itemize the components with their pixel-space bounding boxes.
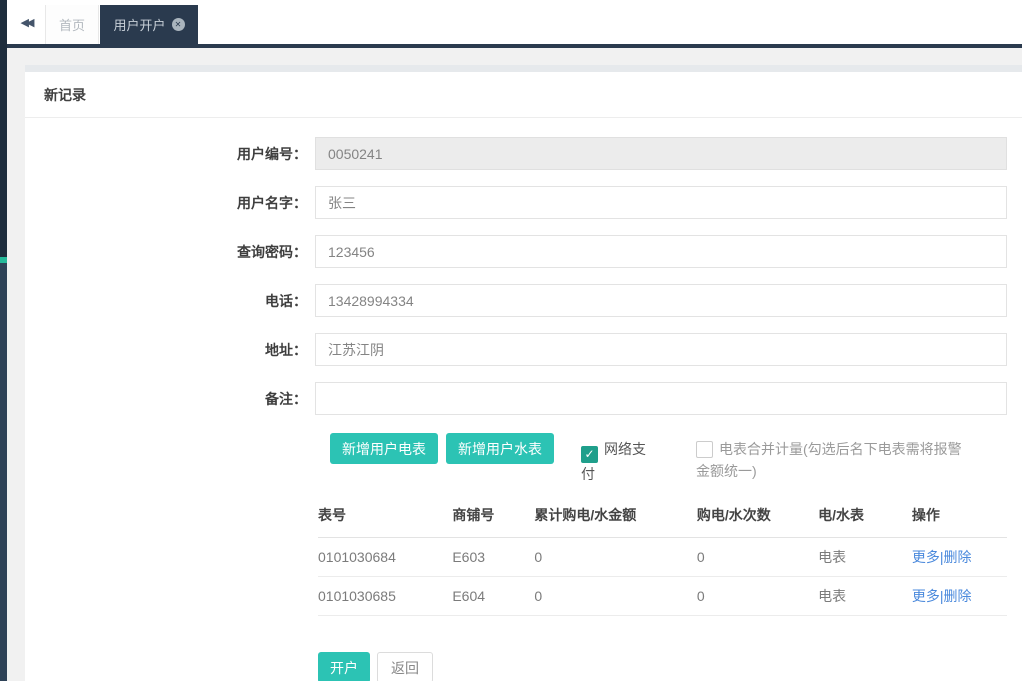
phone-label: 电话： <box>265 292 307 309</box>
cell-meter-type: 电表 <box>818 537 912 577</box>
meter-table-wrap: 表号 商铺号 累计购电/水金额 购电/水次数 电/水表 操作 010103068… <box>318 501 1007 616</box>
tab-bar: ◀◀ 首页 用户开户 ✕ <box>7 0 1022 44</box>
panel-top-shadow <box>25 65 1022 72</box>
more-link[interactable]: 更多 <box>912 549 940 565</box>
merge-metering-option[interactable]: 电表合并计量(勾选后名下电表需将报警金额统一) <box>696 438 964 482</box>
merge-metering-checkbox[interactable] <box>696 441 713 458</box>
tab-user-open-account[interactable]: 用户开户 ✕ <box>100 5 198 44</box>
tab-home[interactable]: 首页 <box>45 5 99 44</box>
delete-link[interactable]: 删除 <box>944 549 972 565</box>
user-name-label: 用户名字： <box>237 194 307 211</box>
query-password-field[interactable] <box>315 235 1007 268</box>
add-water-meter-button[interactable]: 新增用户水表 <box>446 433 554 464</box>
tab-active-label: 用户开户 <box>113 18 166 33</box>
user-name-field[interactable] <box>315 186 1007 219</box>
col-meter-type: 电/水表 <box>818 501 912 538</box>
table-row: 0101030684 E603 0 0 电表 更多|删除 <box>318 537 1007 577</box>
page-title: 新记录 <box>25 72 1022 118</box>
query-password-label: 查询密码： <box>237 243 307 260</box>
more-link[interactable]: 更多 <box>912 588 940 604</box>
check-icon: ✓ <box>584 447 595 461</box>
form-row-user-number: 用户编号： <box>25 137 1022 170</box>
cell-purchase-times: 0 <box>696 576 819 616</box>
phone-field[interactable] <box>315 284 1007 317</box>
address-field[interactable] <box>315 333 1007 366</box>
remarks-field[interactable] <box>315 382 1007 415</box>
cell-shop-no: E603 <box>452 537 535 577</box>
col-total-amount: 累计购电/水金额 <box>534 501 697 538</box>
sidebar-collapse-button[interactable]: ◀◀ <box>7 0 45 44</box>
meter-actions-row: 新增用户电表 新增用户水表 ✓ 网络支付 电表合并计量(勾选后名下电表需将报警金额… <box>330 433 1007 485</box>
sidebar-top-segment <box>0 0 7 257</box>
form-row-user-name: 用户名字： <box>25 186 1022 219</box>
cell-meter-type: 电表 <box>818 576 912 616</box>
double-left-arrow-icon: ◀◀ <box>20 16 35 29</box>
col-meter-no: 表号 <box>318 501 453 538</box>
meter-table: 表号 商铺号 累计购电/水金额 购电/水次数 电/水表 操作 010103068… <box>318 501 1007 616</box>
network-payment-checkbox[interactable]: ✓ <box>581 446 598 463</box>
col-purchase-times: 购电/水次数 <box>696 501 819 538</box>
open-account-button[interactable]: 开户 <box>318 652 370 681</box>
cell-meter-no: 0101030685 <box>318 576 453 616</box>
form-footer: 开户 返回 <box>318 652 1022 681</box>
cell-actions: 更多|删除 <box>911 576 1007 616</box>
delete-link[interactable]: 删除 <box>944 588 972 604</box>
sidebar-bottom-segment <box>0 263 7 681</box>
network-payment-option[interactable]: ✓ 网络支付 <box>581 438 657 485</box>
table-row: 0101030685 E604 0 0 电表 更多|删除 <box>318 576 1007 616</box>
tab-close-icon[interactable]: ✕ <box>171 18 185 31</box>
address-label: 地址： <box>265 341 307 358</box>
collapsed-sidebar[interactable] <box>0 0 7 681</box>
tabbar-underline <box>0 44 1022 48</box>
user-number-label: 用户编号： <box>237 145 307 162</box>
remarks-label: 备注： <box>265 390 307 407</box>
user-number-field <box>315 137 1007 170</box>
cell-purchase-times: 0 <box>696 537 819 577</box>
form-row-address: 地址： <box>25 333 1022 366</box>
back-button[interactable]: 返回 <box>377 652 433 681</box>
form-row-phone: 电话： <box>25 284 1022 317</box>
cell-shop-no: E604 <box>452 576 535 616</box>
new-record-panel: 新记录 用户编号： 用户名字： 查询密码： 电话： 地址： 备注： 新增用户电表 <box>25 72 1022 681</box>
table-header-row: 表号 商铺号 累计购电/水金额 购电/水次数 电/水表 操作 <box>318 501 1007 538</box>
account-form: 用户编号： 用户名字： 查询密码： 电话： 地址： 备注： 新增用户电表 新增用… <box>25 118 1022 681</box>
col-actions: 操作 <box>911 501 1007 538</box>
col-shop-no: 商铺号 <box>452 501 535 538</box>
add-electric-meter-button[interactable]: 新增用户电表 <box>330 433 438 464</box>
form-row-remarks: 备注： <box>25 382 1022 415</box>
cell-actions: 更多|删除 <box>911 537 1007 577</box>
tab-home-label: 首页 <box>58 18 85 33</box>
cell-meter-no: 0101030684 <box>318 537 453 577</box>
cell-total-amount: 0 <box>534 576 697 616</box>
form-row-query-password: 查询密码： <box>25 235 1022 268</box>
cell-total-amount: 0 <box>534 537 697 577</box>
merge-metering-label: 电表合并计量(勾选后名下电表需将报警金额统一) <box>696 441 962 479</box>
